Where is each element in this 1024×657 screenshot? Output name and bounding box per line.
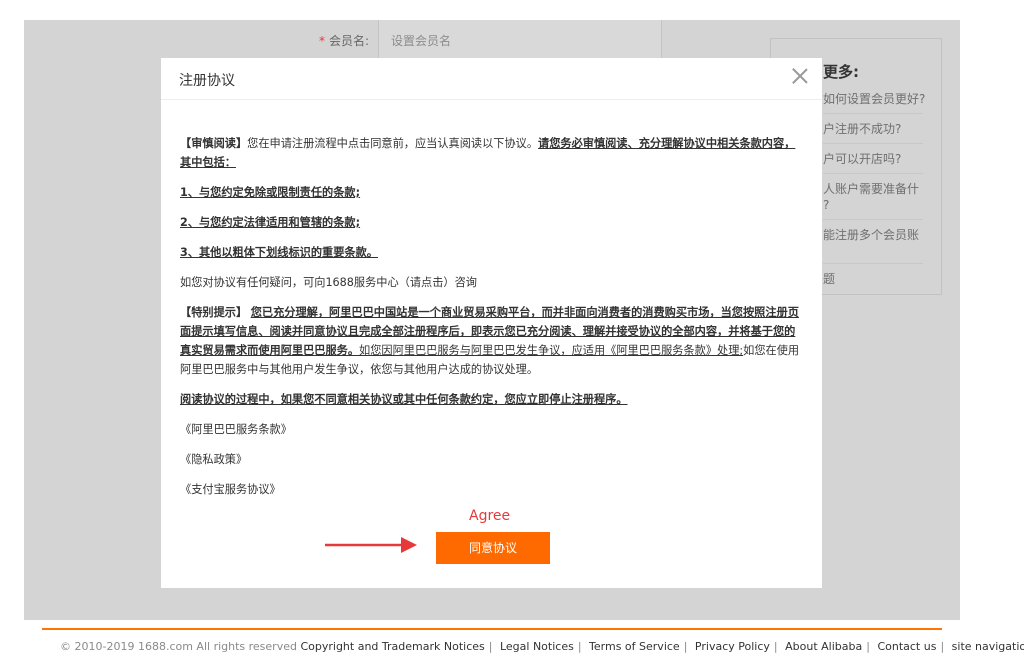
- footer-link-contact[interactable]: Contact us: [877, 640, 936, 653]
- contact-text: 如您对协议有任何疑问，可向1688服务中心（请点击）咨询: [180, 276, 477, 289]
- sidebar-question[interactable]: 能注册多个会员账: [823, 227, 933, 243]
- divider: [823, 263, 923, 264]
- agreement-text: 【审慎阅读】您在申请注册流程中点击同意前，应当认真阅读以下协议。请您务必审慎阅读…: [180, 134, 802, 510]
- footer-divider: [42, 628, 942, 630]
- sidebar-question[interactable]: 题: [823, 271, 933, 287]
- close-icon[interactable]: [788, 64, 812, 88]
- sidebar-title: 更多:: [823, 63, 859, 81]
- arrow-right-icon: [325, 537, 417, 553]
- footer: © 2010-2019 1688.com All rights reserved…: [60, 640, 1024, 653]
- modal-header: 注册协议: [161, 58, 822, 100]
- footer-link-copyright[interactable]: Copyright and Trademark Notices: [300, 640, 484, 653]
- paragraph-notice: 【特别提示】 您已充分理解，阿里巴巴中国站是一个商业贸易采购平台，而并非面向消费…: [180, 306, 800, 376]
- footer-link-sitenav[interactable]: site navigation: [952, 640, 1024, 653]
- paragraph-review: 【审慎阅读】您在申请注册流程中点击同意前，应当认真阅读以下协议。请您务必审慎阅读…: [180, 137, 796, 169]
- agree-button[interactable]: 同意协议: [436, 532, 550, 564]
- copyright-text: © 2010-2019 1688.com All rights reserved: [60, 640, 297, 653]
- divider: [823, 219, 923, 220]
- sidebar-question[interactable]: 户注册不成功?: [823, 121, 933, 137]
- link-alipay-agreement[interactable]: 《支付宝服务协议》: [180, 480, 802, 499]
- modal-title: 注册协议: [179, 73, 235, 89]
- sidebar-question[interactable]: 如何设置会员更好?: [823, 91, 933, 107]
- clause-item: 3、其他以粗体下划线标识的重要条款。: [180, 246, 378, 259]
- clause-item: 1、与您约定免除或限制责任的条款;: [180, 186, 361, 199]
- member-name-label: * 会员名:: [319, 34, 370, 48]
- clause-item: 2、与您约定法律适用和管辖的条款;: [180, 216, 361, 229]
- sidebar-question[interactable]: 人账户需要准备什 ?: [823, 181, 933, 213]
- paragraph-stop: 阅读协议的过程中，如果您不同意相关协议或其中任何条款约定，您应立即停止注册程序。: [180, 393, 628, 406]
- footer-link-privacy[interactable]: Privacy Policy: [695, 640, 770, 653]
- divider: [823, 143, 923, 144]
- footer-link-legal[interactable]: Legal Notices: [500, 640, 574, 653]
- agree-annotation: Agree: [469, 508, 511, 524]
- link-service-terms[interactable]: 《阿里巴巴服务条款》: [180, 420, 802, 439]
- required-mark: *: [319, 34, 325, 48]
- footer-link-about[interactable]: About Alibaba: [785, 640, 862, 653]
- footer-link-terms[interactable]: Terms of Service: [589, 640, 680, 653]
- divider: [823, 113, 923, 114]
- sidebar-question[interactable]: 户可以开店吗?: [823, 151, 933, 167]
- divider: [823, 173, 923, 174]
- agreement-modal: 注册协议 【审慎阅读】您在申请注册流程中点击同意前，应当认真阅读以下协议。请您务…: [161, 58, 822, 588]
- link-privacy-policy[interactable]: 《隐私政策》: [180, 450, 802, 469]
- member-name-input[interactable]: 设置会员名: [378, 20, 662, 60]
